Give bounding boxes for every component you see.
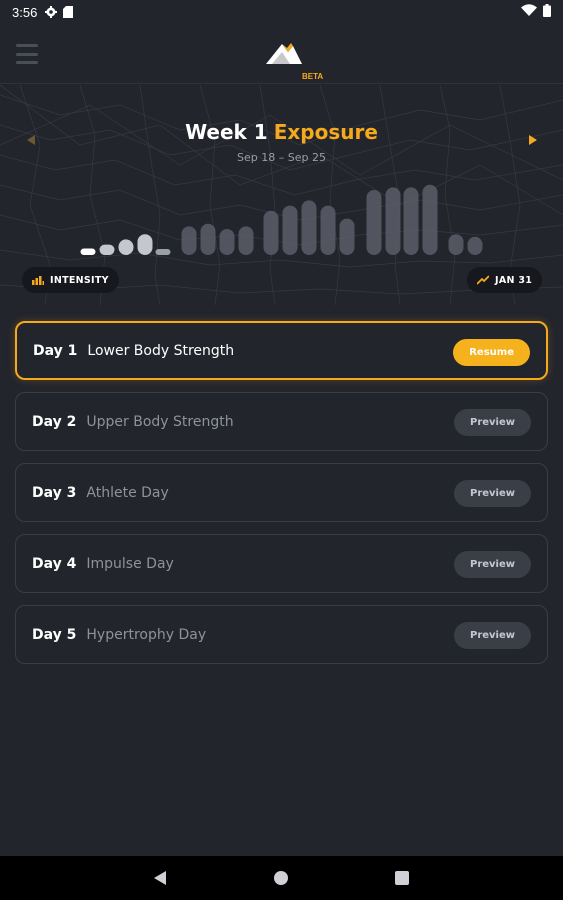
day-name: Hypertrophy Day — [86, 626, 207, 643]
day-number: Day 3 — [32, 484, 77, 501]
intensity-bar — [320, 205, 336, 255]
intensity-bar — [99, 244, 115, 255]
preview-button[interactable]: Preview — [453, 409, 531, 436]
intensity-bar — [238, 226, 254, 255]
intensity-bar — [403, 187, 419, 255]
intensity-bar — [282, 205, 298, 255]
back-triangle-icon[interactable] — [153, 870, 167, 886]
day-card-3[interactable]: Day 3 Athlete Day Preview — [15, 463, 548, 522]
intensity-bar — [155, 249, 171, 255]
intensity-bar — [467, 236, 483, 255]
preview-button[interactable]: Preview — [453, 622, 531, 649]
preview-button[interactable]: Preview — [453, 551, 531, 578]
preview-button[interactable]: Preview — [453, 480, 531, 507]
day-list: Day 1 Lower Body Strength Resume Day 2 U… — [15, 321, 548, 676]
day-name: Lower Body Strength — [87, 342, 235, 359]
intensity-pill[interactable]: INTENSITY — [22, 267, 119, 293]
status-bar: 3:56 — [0, 0, 563, 24]
hamburger-menu-icon[interactable] — [14, 42, 40, 66]
battery-icon — [543, 3, 551, 21]
intensity-bar — [200, 223, 216, 255]
intensity-bar — [181, 226, 197, 255]
bar-chart-icon — [32, 275, 44, 285]
sd-card-icon — [63, 6, 74, 18]
home-circle-icon[interactable] — [274, 871, 288, 885]
day-number: Day 2 — [32, 413, 77, 430]
intensity-bar — [263, 210, 279, 255]
day-name: Upper Body Strength — [86, 413, 234, 430]
intensity-label: INTENSITY — [50, 274, 109, 286]
week-header: Week 1 Exposure Sep 18 – Sep 25 INTENSITY… — [0, 85, 563, 305]
wifi-icon — [521, 4, 537, 20]
recents-square-icon[interactable] — [395, 871, 409, 885]
intensity-bar — [339, 218, 355, 255]
day-card-1[interactable]: Day 1 Lower Body Strength Resume — [15, 321, 548, 380]
day-number: Day 4 — [32, 555, 77, 572]
intensity-bar — [385, 187, 401, 255]
day-name: Athlete Day — [86, 484, 169, 501]
system-nav-bar — [0, 856, 563, 900]
intensity-bar — [448, 234, 464, 255]
mountain-logo-icon — [266, 43, 302, 64]
beta-badge: BETA — [302, 72, 324, 81]
status-time: 3:56 — [12, 4, 38, 20]
intensity-bar — [301, 200, 317, 255]
resume-button[interactable]: Resume — [453, 339, 530, 366]
intensity-bar — [366, 190, 382, 255]
intensity-bar — [80, 248, 96, 255]
date-label: JAN 31 — [495, 274, 533, 286]
settings-icon — [45, 6, 58, 18]
day-card-4[interactable]: Day 4 Impulse Day Preview — [15, 534, 548, 593]
day-card-5[interactable]: Day 5 Hypertrophy Day Preview — [15, 605, 548, 664]
intensity-bar — [422, 184, 438, 255]
date-pill[interactable]: JAN 31 — [467, 267, 543, 293]
trend-up-icon — [477, 275, 489, 285]
app-screen: 3:56 BETA Week 1 Exposure Sep 18 – Sep 2… — [0, 0, 563, 900]
intensity-bar — [118, 239, 134, 255]
intensity-bar — [137, 234, 153, 255]
day-number: Day 5 — [32, 626, 77, 643]
top-app-bar: BETA — [0, 24, 563, 84]
day-card-2[interactable]: Day 2 Upper Body Strength Preview — [15, 392, 548, 451]
day-name: Impulse Day — [86, 555, 174, 572]
intensity-bar — [219, 229, 235, 255]
day-number: Day 1 — [33, 342, 78, 359]
